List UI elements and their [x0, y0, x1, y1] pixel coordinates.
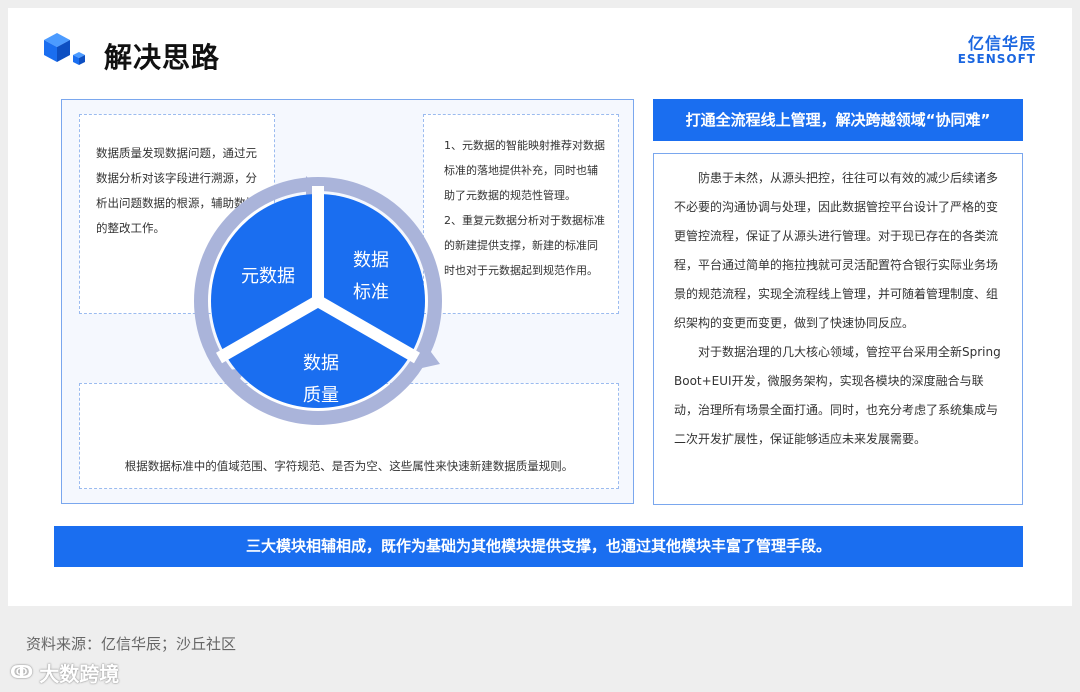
watermark-text: 大数跨境 [39, 662, 120, 686]
brand-name-cn: 亿信华辰 [967, 34, 1036, 53]
segment-standard-label-1: 数据 [353, 250, 389, 271]
summary-banner: 三大模块相辅相成，既作为基础为其他模块提供支撑，也通过其他模块丰富了管理手段。 [54, 526, 1023, 567]
solution-description: 防患于未然，从源头把控，往往可以有效的减少后续诸多不必要的沟通协调与处理，因此数… [653, 153, 1023, 505]
source-caption: 资料来源：亿信华辰；沙丘社区 [26, 635, 237, 653]
page-title: 解决思路 [104, 41, 221, 74]
segment-quality-label-1: 数据 [303, 353, 339, 374]
note-standard-point-2: 2、重复元数据分析对于数据标准的新建提供支撑，新建的标准同时也对于元数据起到规范… [444, 214, 605, 277]
collaboration-banner: 打通全流程线上管理，解决跨越领域“协同难” [653, 99, 1023, 141]
segment-standard-label-2: 标准 [353, 282, 389, 303]
description-paragraph-1: 防患于未然，从源头把控，往往可以有效的减少后续诸多不必要的沟通协调与处理，因此数… [674, 171, 999, 330]
cube-logo-icon [44, 33, 85, 65]
brand-logo: 亿信华辰 ESENSOFT [957, 34, 1036, 66]
swirl-logo-icon: ↂ [10, 662, 34, 683]
note-standard-point-1: 1、元数据的智能映射推荐对数据标准的落地提供补充，同时也辅助了元数据的规范性管理… [444, 139, 605, 202]
segment-quality-label-2: 质量 [303, 385, 339, 406]
cycle-diagram: 元数据 数据 标准 数据 质量 [194, 176, 442, 425]
segment-metadata-label: 元数据 [241, 266, 295, 287]
note-metadata-standard: 1、元数据的智能映射推荐对数据标准的落地提供补充，同时也辅助了元数据的规范性管理… [423, 114, 619, 314]
description-paragraph-2: 对于数据治理的几大核心领域，管控平台采用全新Spring Boot+EUI开发，… [674, 345, 1001, 446]
watermark: ↂ 大数跨境 [10, 658, 119, 687]
brand-name-en: ESENSOFT [957, 51, 1036, 66]
